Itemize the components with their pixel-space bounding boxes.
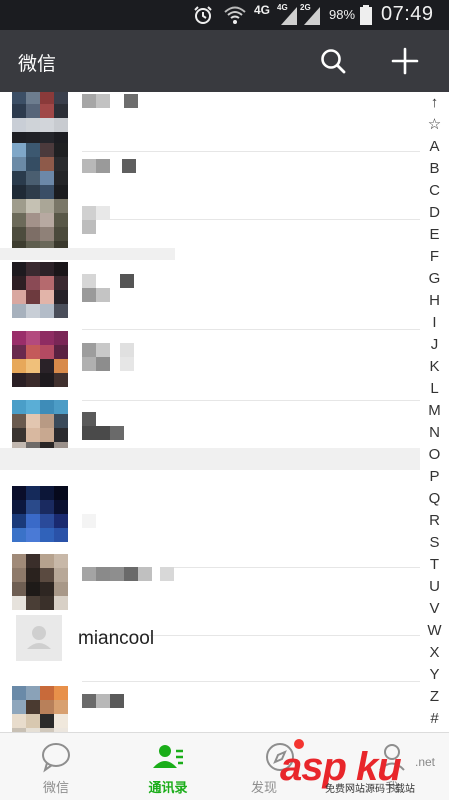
blurred-name bbox=[82, 159, 136, 181]
title-bar: 微信 bbox=[0, 30, 449, 92]
index-letter[interactable]: P bbox=[420, 467, 449, 487]
index-letter[interactable]: D bbox=[420, 203, 449, 223]
contacts-icon bbox=[153, 745, 183, 768]
index-letter[interactable]: I bbox=[420, 313, 449, 333]
blurred-name bbox=[82, 206, 110, 234]
index-letter[interactable]: X bbox=[420, 643, 449, 663]
status-bar: 4G 4G 2G 98% 07:49 bbox=[0, 0, 449, 30]
index-letter[interactable]: K bbox=[420, 357, 449, 377]
tab-label: 微信 bbox=[42, 781, 69, 796]
index-letter[interactable]: C bbox=[420, 181, 449, 201]
person-icon bbox=[27, 626, 51, 649]
blurred-name bbox=[82, 412, 124, 440]
index-letter[interactable]: Q bbox=[420, 489, 449, 509]
section-divider bbox=[0, 248, 175, 260]
index-letter[interactable]: ☆ bbox=[420, 115, 449, 135]
battery-icon bbox=[360, 5, 372, 25]
avatar bbox=[12, 686, 68, 732]
index-letter[interactable]: S bbox=[420, 533, 449, 553]
avatar bbox=[12, 486, 68, 542]
list-item-miancool[interactable] bbox=[0, 606, 420, 682]
plus-icon[interactable] bbox=[390, 46, 420, 76]
blurred-name bbox=[82, 274, 134, 302]
tab-contacts[interactable]: 通讯录 bbox=[112, 733, 224, 800]
clock: 07:49 bbox=[381, 3, 434, 25]
avatar bbox=[12, 199, 68, 255]
index-letter[interactable]: Y bbox=[420, 665, 449, 685]
chat-icon bbox=[42, 743, 70, 773]
avatar bbox=[12, 554, 68, 610]
wifi-icon bbox=[224, 6, 246, 24]
network-type-label-2: 4G bbox=[277, 3, 288, 12]
index-letter[interactable]: ↑ bbox=[420, 93, 449, 113]
index-letter[interactable]: W bbox=[420, 621, 449, 641]
index-letter[interactable]: T bbox=[420, 555, 449, 575]
divider bbox=[82, 329, 420, 330]
divider bbox=[82, 681, 420, 682]
battery-percentage: 98% bbox=[329, 7, 356, 22]
watermark: asp ku .net 免费网站源码下载站 bbox=[265, 743, 449, 800]
index-letter[interactable]: B bbox=[420, 159, 449, 179]
index-letter[interactable]: G bbox=[420, 269, 449, 289]
page-title: 微信 bbox=[18, 53, 57, 75]
list-item[interactable] bbox=[0, 486, 420, 568]
index-letter[interactable]: A bbox=[420, 137, 449, 157]
blurred-name bbox=[82, 567, 174, 589]
avatar bbox=[12, 143, 68, 199]
blurred-name bbox=[82, 343, 134, 371]
avatar bbox=[12, 331, 68, 387]
tab-label: 通讯录 bbox=[148, 781, 188, 796]
default-avatar bbox=[16, 615, 62, 661]
alphabet-index[interactable]: ↑ ☆ A B C D E F G H I J K L M N O P Q R S T U V W X Y Z # bbox=[420, 92, 449, 732]
contact-list[interactable] bbox=[0, 92, 420, 732]
blurred-name bbox=[82, 694, 124, 716]
watermark-domain: .net bbox=[415, 755, 436, 769]
index-letter[interactable]: H bbox=[420, 291, 449, 311]
blurred-name bbox=[82, 514, 96, 536]
avatar bbox=[12, 262, 68, 318]
index-letter[interactable]: # bbox=[420, 709, 449, 729]
list-item[interactable] bbox=[0, 686, 420, 732]
avatar bbox=[12, 92, 68, 146]
index-letter[interactable]: L bbox=[420, 379, 449, 399]
index-letter[interactable]: U bbox=[420, 577, 449, 597]
index-letter[interactable]: R bbox=[420, 511, 449, 531]
contact-name[interactable]: miancool bbox=[78, 628, 154, 650]
index-letter[interactable]: V bbox=[420, 599, 449, 619]
alarm-icon bbox=[194, 6, 212, 24]
index-letter[interactable]: M bbox=[420, 401, 449, 421]
blurred-name bbox=[82, 94, 138, 116]
index-letter[interactable]: Z bbox=[420, 687, 449, 707]
index-letter[interactable]: O bbox=[420, 445, 449, 465]
network-type-label: 4G bbox=[254, 3, 271, 17]
tab-chats[interactable]: 微信 bbox=[0, 733, 112, 800]
index-letter[interactable]: F bbox=[420, 247, 449, 267]
index-letter[interactable]: E bbox=[420, 225, 449, 245]
index-letter[interactable]: N bbox=[420, 423, 449, 443]
watermark-tagline: 免费网站源码下载站 bbox=[325, 784, 415, 795]
index-letter[interactable]: J bbox=[420, 335, 449, 355]
search-icon[interactable] bbox=[318, 46, 348, 76]
network-type-label-3: 2G bbox=[300, 3, 311, 12]
section-divider bbox=[0, 448, 420, 470]
divider bbox=[82, 400, 420, 401]
